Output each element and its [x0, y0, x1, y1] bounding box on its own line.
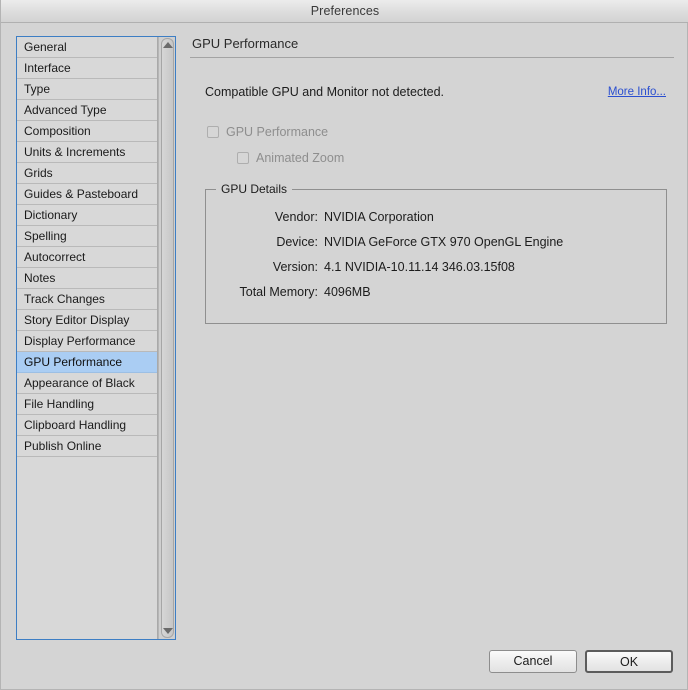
- sidebar-item-general[interactable]: General: [17, 37, 157, 58]
- dialog-footer: Cancel OK: [489, 650, 673, 673]
- checkbox-label: Animated Zoom: [256, 151, 345, 165]
- gpu-detail-value: 4.1 NVIDIA-10.11.14 346.03.15f08: [324, 259, 515, 274]
- category-list-scrollbar[interactable]: [158, 37, 175, 639]
- gpu-detail-label: Vendor:: [274, 209, 318, 224]
- gpu-details-group: GPU Details Vendor: NVIDIA Corporation Dev…: [205, 182, 667, 324]
- checkbox-icon[interactable]: [207, 126, 219, 138]
- gpu-detail-row: Device: NVIDIA GeForce GTX 970 OpenGL Eng…: [206, 229, 666, 254]
- triangle-up-icon[interactable]: [163, 42, 173, 48]
- title-divider: [190, 57, 674, 58]
- gpu-details-rows: Vendor: NVIDIA Corporation Device: NVIDIA G…: [206, 204, 666, 304]
- checkbox-icon[interactable]: [237, 152, 249, 164]
- sidebar-item-notes[interactable]: Notes: [17, 268, 157, 289]
- sidebar-item-publish-online[interactable]: Publish Online: [17, 436, 157, 457]
- preferences-dialog: Preferences General Interface Type Advanced…: [0, 0, 688, 690]
- category-list[interactable]: General Interface Type Advanced Type Composi…: [16, 36, 176, 640]
- gpu-detail-label: Version:: [272, 259, 318, 274]
- sidebar-item-grids[interactable]: Grids: [17, 163, 157, 184]
- sidebar-item-file-handling[interactable]: File Handling: [17, 394, 157, 415]
- status-message: Compatible GPU and Monitor not detected.: [205, 85, 445, 99]
- checkbox-animated-zoom[interactable]: Animated Zoom: [237, 151, 344, 165]
- sidebar-item-autocorrect[interactable]: Autocorrect: [17, 247, 157, 268]
- sidebar-item-track-changes[interactable]: Track Changes: [17, 289, 157, 310]
- main-panel: GPU Performance Compatible GPU and Monit…: [190, 36, 674, 616]
- sidebar-item-gpu-performance[interactable]: GPU Performance: [17, 352, 157, 373]
- ok-button[interactable]: OK: [585, 650, 673, 673]
- gpu-detail-value: NVIDIA Corporation: [324, 209, 434, 224]
- sidebar-item-spelling[interactable]: Spelling: [17, 226, 157, 247]
- sidebar-item-guides-pasteboard[interactable]: Guides & Pasteboard: [17, 184, 157, 205]
- sidebar-item-type[interactable]: Type: [17, 79, 157, 100]
- checkbox-gpu-performance[interactable]: GPU Performance: [207, 125, 328, 139]
- gpu-detail-label: Device:: [276, 234, 318, 249]
- gpu-detail-row: Version: 4.1 NVIDIA-10.11.14 346.03.15f08: [206, 254, 666, 279]
- scrollbar-thumb[interactable]: [161, 38, 174, 638]
- sidebar-item-appearance-of-black[interactable]: Appearance of Black: [17, 373, 157, 394]
- title-bar[interactable]: Preferences: [1, 0, 688, 23]
- gpu-detail-label: Total Memory:: [239, 284, 319, 299]
- sidebar-item-clipboard-handling[interactable]: Clipboard Handling: [17, 415, 157, 436]
- cancel-button[interactable]: Cancel: [489, 650, 577, 673]
- more-info-link[interactable]: More Info...: [608, 86, 666, 98]
- category-list-items[interactable]: General Interface Type Advanced Type Composi…: [17, 37, 158, 639]
- sidebar-item-advanced-type[interactable]: Advanced Type: [17, 100, 157, 121]
- gpu-detail-row: Vendor: NVIDIA Corporation: [206, 204, 666, 229]
- page-title: GPU Performance: [192, 36, 299, 51]
- sidebar-item-dictionary[interactable]: Dictionary: [17, 205, 157, 226]
- triangle-down-icon[interactable]: [163, 628, 173, 634]
- sidebar-item-units-increments[interactable]: Units & Increments: [17, 142, 157, 163]
- status-row: Compatible GPU and Monitor not detected.…: [190, 85, 674, 103]
- gpu-detail-row: Total Memory: 4096MB: [206, 279, 666, 304]
- checkbox-label: GPU Performance: [226, 125, 329, 139]
- sidebar-item-display-performance[interactable]: Display Performance: [17, 331, 157, 352]
- sidebar-item-composition[interactable]: Composition: [17, 121, 157, 142]
- gpu-details-legend: GPU Details: [216, 182, 293, 196]
- gpu-detail-value: 4096MB: [324, 284, 371, 299]
- sidebar-item-interface[interactable]: Interface: [17, 58, 157, 79]
- gpu-detail-value: NVIDIA GeForce GTX 970 OpenGL Engine: [324, 234, 564, 249]
- sidebar-item-story-editor-display[interactable]: Story Editor Display: [17, 310, 157, 331]
- window-title: Preferences: [310, 4, 380, 18]
